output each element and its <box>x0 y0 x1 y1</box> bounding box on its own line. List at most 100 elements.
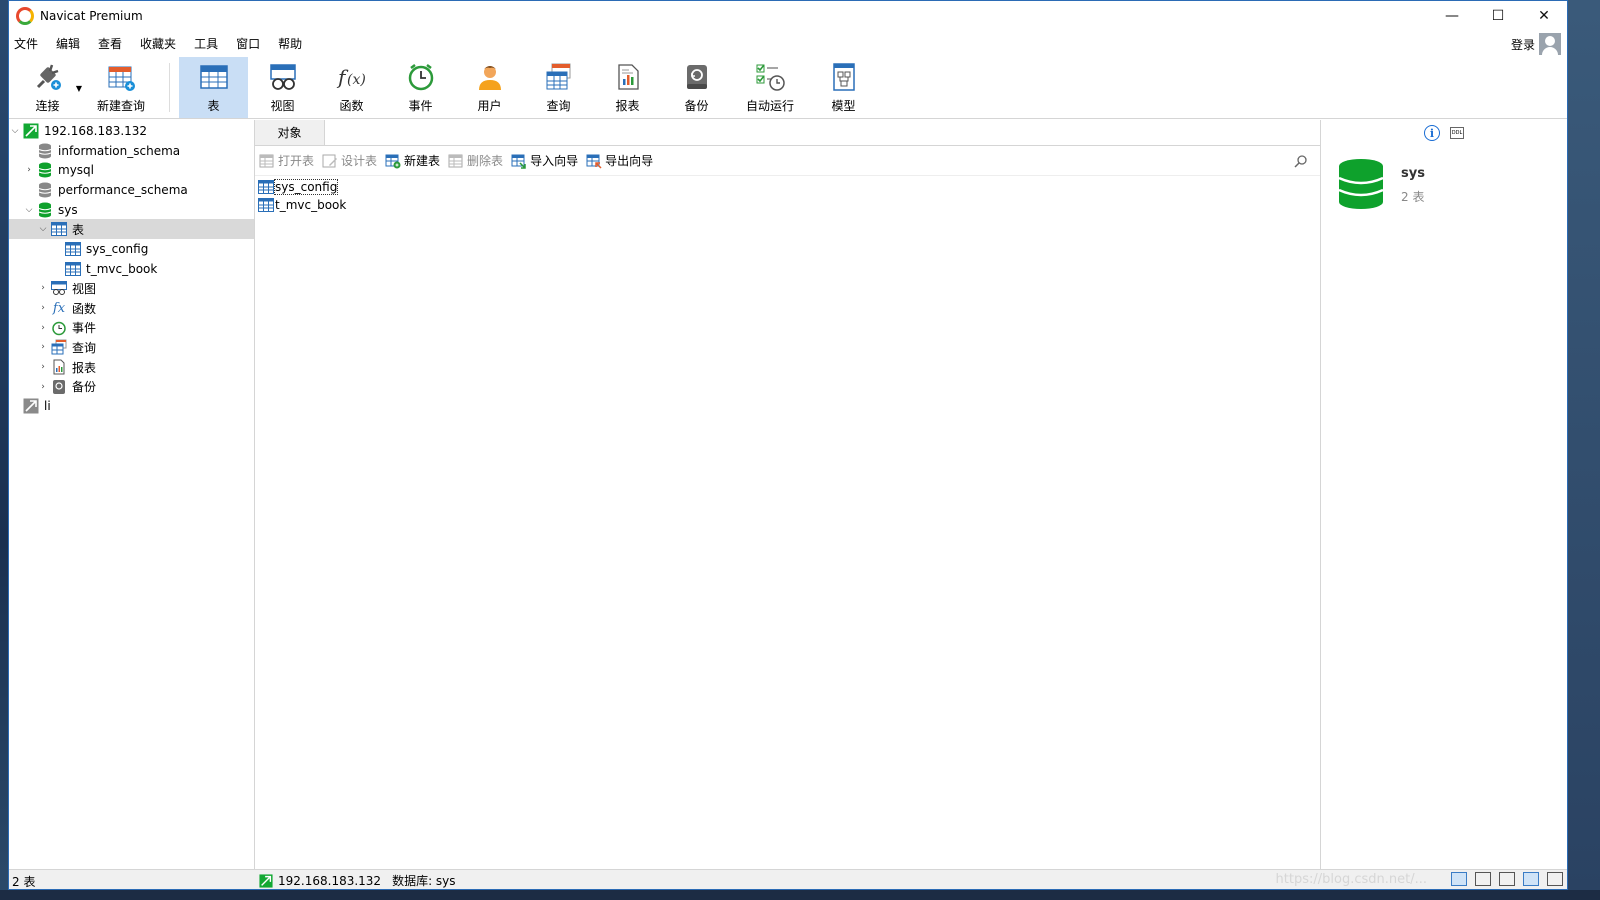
status-count: 2 表 <box>12 875 36 889</box>
detail-view-icon[interactable] <box>1499 872 1515 886</box>
new-table-icon <box>385 154 401 168</box>
object-toolbar: 打开表 设计表 新建表 删除表 导入向导 导出向导 <box>255 146 1320 176</box>
tool-user[interactable]: 用户 <box>455 57 524 118</box>
grid-view-icon[interactable] <box>1451 872 1467 886</box>
query-icon <box>542 60 576 94</box>
tree-backups-node[interactable]: › 备份 <box>9 377 254 397</box>
database-label: mysql <box>58 163 94 178</box>
connection-icon <box>259 873 273 888</box>
tool-label: 事件 <box>408 99 433 113</box>
tool-function[interactable]: f (x) 函数 <box>317 57 386 118</box>
backups-node-label: 备份 <box>72 380 97 395</box>
menu-file[interactable]: 文件 <box>9 31 51 57</box>
menu-help[interactable]: 帮助 <box>273 31 315 57</box>
tool-label: 函数 <box>339 99 364 113</box>
search-icon[interactable] <box>1294 154 1308 168</box>
tool-table[interactable]: 表 <box>179 57 248 118</box>
chevron-right-icon[interactable]: › <box>37 362 49 372</box>
avatar-icon[interactable] <box>1539 33 1561 55</box>
tree-reports-node[interactable]: › 报表 <box>9 357 254 377</box>
tree-connection[interactable]: ⌵ 192.168.183.132 <box>9 121 254 141</box>
chevron-right-icon[interactable]: › <box>37 283 49 293</box>
tool-event[interactable]: 事件 <box>386 57 455 118</box>
connection-label: 192.168.183.132 <box>44 123 148 138</box>
menu-view[interactable]: 查看 <box>93 31 135 57</box>
tree-table-item[interactable]: sys_config <box>9 239 254 259</box>
new-table-button[interactable]: 新建表 <box>385 152 440 169</box>
tables-node-label: 表 <box>72 222 85 237</box>
nav-panel-toggle-icon[interactable] <box>1547 872 1563 886</box>
desktop-left-edge <box>0 0 8 900</box>
minimize-button[interactable]: — <box>1429 1 1475 31</box>
events-node-label: 事件 <box>72 321 97 336</box>
chevron-right-icon[interactable]: › <box>37 382 49 392</box>
database-label: sys <box>58 202 78 217</box>
import-wizard-button[interactable]: 导入向导 <box>511 152 578 169</box>
tree-table-item[interactable]: t_mvc_book <box>9 259 254 279</box>
tool-view[interactable]: 视图 <box>248 57 317 118</box>
info-panel-toggle-icon[interactable] <box>1523 872 1539 886</box>
report-icon <box>51 359 67 375</box>
open-table-button[interactable]: 打开表 <box>259 152 314 169</box>
close-button[interactable]: ✕ <box>1521 1 1567 31</box>
tool-new-query[interactable]: 新建查询 <box>82 57 160 118</box>
tool-query[interactable]: 查询 <box>524 57 593 118</box>
menu-tools[interactable]: 工具 <box>189 31 231 57</box>
tool-label: 报表 <box>615 99 640 113</box>
database-label: information_schema <box>58 143 181 158</box>
chevron-right-icon[interactable]: › <box>37 323 49 333</box>
import-icon <box>511 154 526 169</box>
database-icon <box>37 162 53 178</box>
menu-favorites[interactable]: 收藏夹 <box>135 31 189 57</box>
chevron-down-icon[interactable]: ⌵ <box>37 224 49 234</box>
tool-backup[interactable]: 备份 <box>662 57 731 118</box>
connection-icon <box>23 123 39 139</box>
list-item[interactable]: t_mvc_book <box>255 196 1320 214</box>
app-window: Navicat Premium — ☐ ✕ 文件 编辑 查看 收藏夹 工具 窗口… <box>8 0 1568 890</box>
chevron-right-icon[interactable]: › <box>23 165 35 175</box>
open-table-icon <box>259 154 274 167</box>
tool-label: 新建查询 <box>96 99 145 113</box>
info-icon[interactable]: i <box>1424 125 1440 141</box>
menu-edit[interactable]: 编辑 <box>51 31 93 57</box>
list-view-icon[interactable] <box>1475 872 1491 886</box>
tool-label: 模型 <box>831 99 856 113</box>
tree-database[interactable]: › mysql <box>9 160 254 180</box>
tree-database[interactable]: ⌵ sys <box>9 200 254 220</box>
info-db-name: sys <box>1401 166 1425 181</box>
login-link[interactable]: 登录 <box>1511 36 1535 53</box>
status-database-label: 数据库: sys <box>392 874 456 888</box>
tree-database[interactable]: performance_schema <box>9 180 254 200</box>
navigation-tree: ⌵ 192.168.183.132 information_schema › m… <box>9 120 255 869</box>
ddl-icon[interactable]: DDL <box>1450 127 1464 139</box>
chevron-right-icon[interactable]: › <box>37 303 49 313</box>
tool-label: 表 <box>207 99 220 113</box>
table-icon <box>65 261 81 277</box>
tree-events-node[interactable]: › 事件 <box>9 318 254 338</box>
tool-connect[interactable]: ▼ 连接 <box>13 57 82 118</box>
design-table-icon <box>322 154 338 167</box>
tree-views-node[interactable]: › 视图 <box>9 279 254 299</box>
chevron-down-icon[interactable]: ⌵ <box>9 126 21 136</box>
menu-window[interactable]: 窗口 <box>231 31 273 57</box>
window-controls: — ☐ ✕ <box>1429 1 1567 31</box>
chevron-down-icon[interactable]: ⌵ <box>23 205 35 215</box>
object-name: sys_config <box>273 179 339 195</box>
query-icon <box>51 339 67 355</box>
tree-functions-node[interactable]: › fx 函数 <box>9 298 254 318</box>
tool-automation[interactable]: 自动运行 <box>731 57 809 118</box>
tree-database[interactable]: information_schema <box>9 141 254 161</box>
chevron-right-icon[interactable]: › <box>37 342 49 352</box>
tool-report[interactable]: 报表 <box>593 57 662 118</box>
tree-tables-node[interactable]: ⌵ 表 <box>9 219 254 240</box>
maximize-button[interactable]: ☐ <box>1475 1 1521 31</box>
tree-queries-node[interactable]: › 查询 <box>9 338 254 358</box>
table-icon <box>258 180 274 194</box>
tab-objects[interactable]: 对象 <box>255 120 325 145</box>
delete-table-button[interactable]: 删除表 <box>448 152 503 169</box>
design-table-button[interactable]: 设计表 <box>322 152 377 169</box>
tree-connection[interactable]: li <box>9 397 254 417</box>
tool-model[interactable]: 模型 <box>809 57 878 118</box>
list-item[interactable]: sys_config <box>255 178 1320 196</box>
export-wizard-button[interactable]: 导出向导 <box>586 152 653 169</box>
